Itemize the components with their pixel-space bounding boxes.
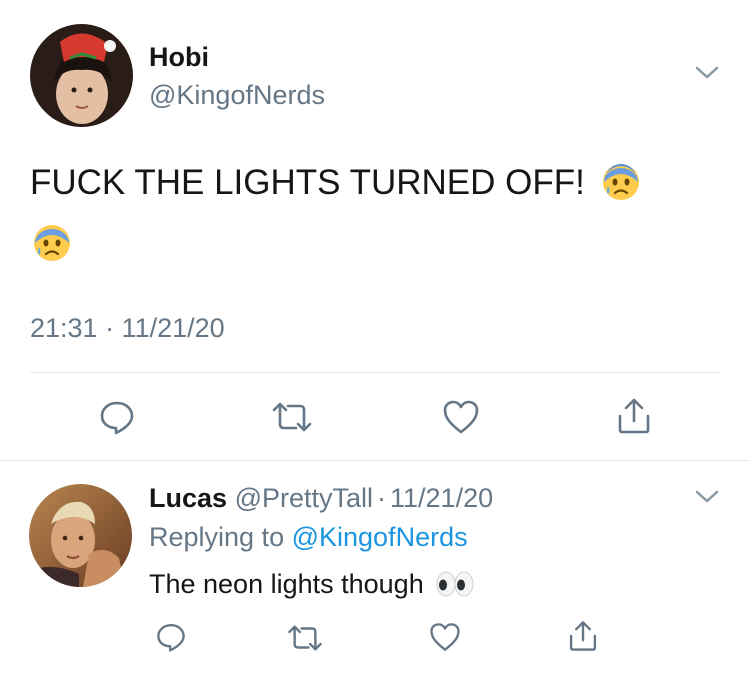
retweet-icon[interactable] [286,623,324,653]
reply-icon[interactable] [98,398,136,436]
anxious-face-with-sweat-icon [34,225,70,261]
like-icon[interactable] [441,398,481,436]
reply-text-body: The neon lights though [149,569,424,599]
divider [30,372,720,373]
tweet-text: FUCK THE LIGHTS TURNED OFF! [30,163,641,203]
reply-text: The neon lights though [149,569,475,600]
author-avatar[interactable] [30,24,133,127]
replying-to: Replying to @KingofNerds [149,522,468,553]
tweet-timestamp[interactable]: 21:31 · 11/21/20 [30,313,225,344]
retweet-icon[interactable] [270,400,314,434]
share-icon[interactable] [566,619,600,653]
replying-to-label: Replying to [149,522,285,552]
chevron-down-icon[interactable] [694,488,720,506]
reply-header: Lucas @PrettyTall · 11/21/20 [149,483,493,514]
author-handle[interactable]: @KingofNerds [149,80,325,111]
share-icon[interactable] [614,396,654,436]
reply-date[interactable]: 11/21/20 [390,483,493,513]
author-name[interactable]: Hobi [149,42,209,73]
reply-author-name[interactable]: Lucas [149,483,227,513]
reply-separator: · [377,483,387,513]
eyes-icon [436,571,474,597]
chevron-down-icon[interactable] [694,64,720,82]
divider [0,460,750,461]
replying-to-handle[interactable]: @KingofNerds [292,522,468,552]
tweet-text-body: FUCK THE LIGHTS TURNED OFF! [30,163,585,202]
reply-author-avatar[interactable] [29,484,132,587]
reply-author-handle[interactable]: @PrettyTall [235,483,373,513]
like-icon[interactable] [428,621,462,653]
reply-icon[interactable] [155,621,187,653]
anxious-face-with-sweat-icon [602,163,639,200]
